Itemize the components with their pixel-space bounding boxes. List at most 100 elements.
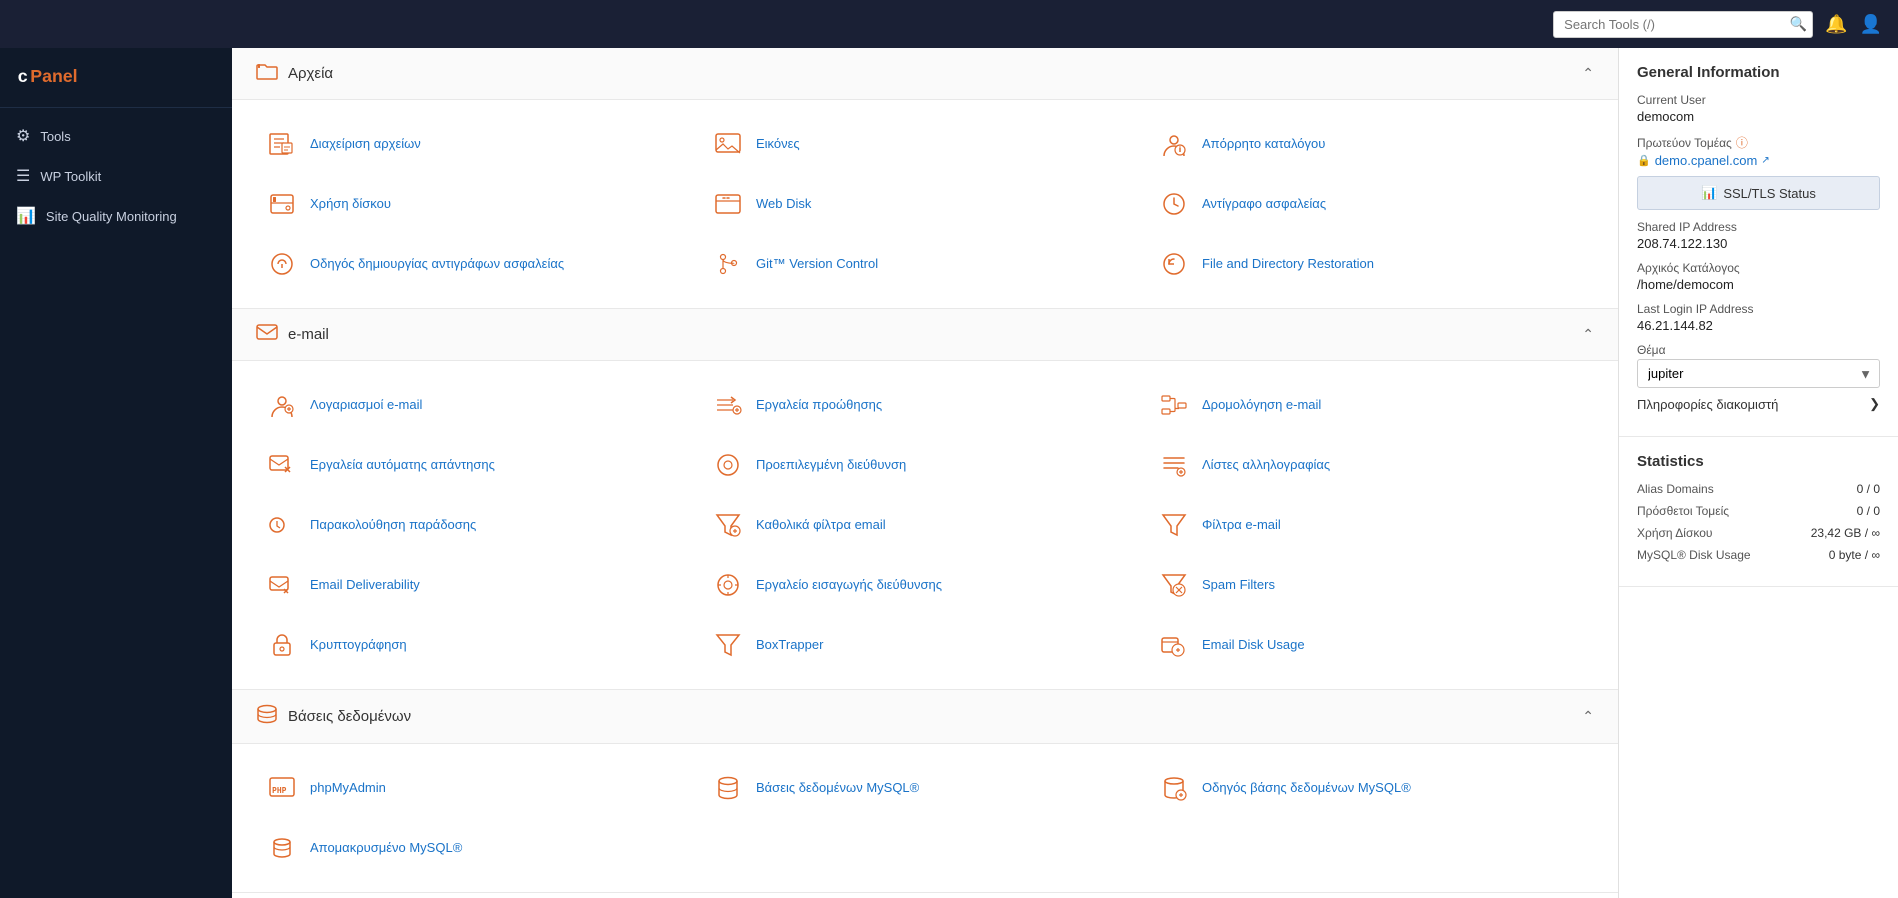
restore-icon xyxy=(1156,246,1192,282)
info-icon: ⓘ xyxy=(1736,134,1748,151)
stat-addon-value: 0 / 0 xyxy=(1857,504,1880,518)
remote-mysql-icon xyxy=(264,830,300,866)
general-info-section: General Information Current User democom… xyxy=(1619,48,1898,437)
disk-usage-item[interactable]: Χρήση δίσκου xyxy=(256,176,702,232)
stat-disk-usage: Χρήση Δίσκου 23,42 GB / ∞ xyxy=(1637,526,1880,540)
section-databases-header-left: Βάσεις δεδομένων xyxy=(256,704,411,729)
deliverability-item[interactable]: Email Deliverability xyxy=(256,557,702,613)
sidebar-item-wp-toolkit[interactable]: ☰ WP Toolkit xyxy=(0,156,232,196)
remote-mysql-label: Απομακρυσμένο MySQL® xyxy=(310,840,462,857)
import-address-item[interactable]: Εργαλείο εισαγωγής διεύθυνσης xyxy=(702,557,1148,613)
section-files-toggle[interactable]: ⌃ xyxy=(1582,65,1594,82)
privacy-icon xyxy=(1156,126,1192,162)
external-link-icon: ↗ xyxy=(1761,155,1769,166)
stat-alias-value: 0 / 0 xyxy=(1857,482,1880,496)
email-routing-item[interactable]: Δρομολόγηση e-mail xyxy=(1148,377,1594,433)
email-filters-label: Φίλτρα e-mail xyxy=(1202,517,1281,534)
phpmyadmin-item[interactable]: PHP phpMyAdmin xyxy=(256,760,702,816)
import-address-label: Εργαλείο εισαγωγής διεύθυνσης xyxy=(756,577,942,594)
backup-label: Αντίγραφο ασφαλείας xyxy=(1202,196,1326,213)
autoresponder-icon xyxy=(264,447,300,483)
encryption-item[interactable]: Κρυπτογράφηση xyxy=(256,617,702,673)
email-disk-usage-item[interactable]: Email Disk Usage xyxy=(1148,617,1594,673)
sidebar-item-sq-label: Site Quality Monitoring xyxy=(46,209,177,224)
file-dir-restore-item[interactable]: File and Directory Restoration xyxy=(1148,236,1594,292)
routing-icon xyxy=(1156,387,1192,423)
main-content: Αρχεία ⌃ Διαχείριση αρχείων xyxy=(232,48,1618,898)
email-filters-item[interactable]: Φίλτρα e-mail xyxy=(1148,497,1594,553)
search-button[interactable]: 🔍 xyxy=(1790,16,1807,33)
spam-filters-item[interactable]: Spam Filters xyxy=(1148,557,1594,613)
stat-disk-value: 23,42 GB / ∞ xyxy=(1811,526,1880,540)
phpmyadmin-icon: PHP xyxy=(264,770,300,806)
section-databases-toggle[interactable]: ⌃ xyxy=(1582,708,1594,725)
section-databases-body: PHP phpMyAdmin Βάσεις δεδομένων MySQL® xyxy=(232,744,1618,892)
current-user-value: democom xyxy=(1637,109,1880,124)
mysql-wizard-item[interactable]: Οδηγός βάσης δεδομένων MySQL® xyxy=(1148,760,1594,816)
images-item[interactable]: Εικόνες xyxy=(702,116,1148,172)
primary-domain-link[interactable]: demo.cpanel.com ↗ xyxy=(1655,153,1770,168)
section-email-body: Λογαριασμοί e-mail Εργαλεία προώθησης xyxy=(232,361,1618,689)
backup-wizard-item[interactable]: Οδηγός δημιουργίας αντιγράφων ασφαλείας xyxy=(256,236,702,292)
encryption-icon xyxy=(264,627,300,663)
file-manager-icon xyxy=(264,126,300,162)
chart-icon: 📊 xyxy=(1701,185,1717,201)
section-databases: Βάσεις δεδομένων ⌃ PHP phpMyAdmin xyxy=(232,690,1618,893)
section-email-header[interactable]: e-mail ⌃ xyxy=(232,309,1618,361)
stat-alias-domains: Alias Domains 0 / 0 xyxy=(1637,482,1880,496)
chevron-right-icon: ❯ xyxy=(1869,396,1880,412)
section-files-header-left: Αρχεία xyxy=(256,62,333,85)
boxtrapper-item[interactable]: BoxTrapper xyxy=(702,617,1148,673)
autoresponder-item[interactable]: Εργαλεία αυτόματης απάντησης xyxy=(256,437,702,493)
cpanel-logo-svg: c Panel xyxy=(16,62,96,90)
ssl-status-button[interactable]: 📊 SSL/TLS Status xyxy=(1637,176,1880,210)
web-disk-icon xyxy=(710,186,746,222)
mysql-wizard-icon xyxy=(1156,770,1192,806)
web-disk-item[interactable]: Web Disk xyxy=(702,176,1148,232)
wordpress-icon: ☰ xyxy=(16,166,30,186)
sidebar-item-site-quality[interactable]: 📊 Site Quality Monitoring xyxy=(0,196,232,236)
sidebar-item-tools[interactable]: ⚙ Tools xyxy=(0,116,232,156)
logo: c Panel xyxy=(0,48,232,108)
delivery-track-item[interactable]: Παρακολούθηση παράδοσης xyxy=(256,497,702,553)
git-item[interactable]: Git™ Version Control xyxy=(702,236,1148,292)
section-files-header[interactable]: Αρχεία ⌃ xyxy=(232,48,1618,100)
import-icon xyxy=(710,567,746,603)
search-input[interactable] xyxy=(1553,11,1813,38)
file-manager-label: Διαχείριση αρχείων xyxy=(310,136,421,153)
mysql-db-label: Βάσεις δεδομένων MySQL® xyxy=(756,780,919,797)
default-address-item[interactable]: Προεπιλεγμένη διεύθυνση xyxy=(702,437,1148,493)
privacy-dir-item[interactable]: Απόρρητο καταλόγου xyxy=(1148,116,1594,172)
theme-select[interactable]: jupiter paper_lantern xyxy=(1637,359,1880,388)
global-filters-item[interactable]: Καθολικά φίλτρα email xyxy=(702,497,1148,553)
email-grid: Λογαριασμοί e-mail Εργαλεία προώθησης xyxy=(256,377,1594,673)
boxtrapper-label: BoxTrapper xyxy=(756,637,823,654)
primary-domain-label-wrap: Πρωτεύον Τομέας ⓘ xyxy=(1637,134,1880,151)
current-user-label: Current User xyxy=(1637,93,1880,107)
user-button[interactable]: 👤 xyxy=(1860,14,1882,35)
notifications-button[interactable]: 🔔 xyxy=(1825,14,1847,35)
encryption-label: Κρυπτογράφηση xyxy=(310,637,407,654)
git-label: Git™ Version Control xyxy=(756,256,878,273)
section-files: Αρχεία ⌃ Διαχείριση αρχείων xyxy=(232,48,1618,309)
email-accounts-item[interactable]: Λογαριασμοί e-mail xyxy=(256,377,702,433)
files-grid: Διαχείριση αρχείων Εικόνες xyxy=(256,116,1594,292)
forwarders-icon xyxy=(710,387,746,423)
stat-addon-label: Πρόσθετοι Τομείς xyxy=(1637,504,1729,518)
boxtrapper-icon xyxy=(710,627,746,663)
email-filters-icon xyxy=(1156,507,1192,543)
hosting-info-row[interactable]: Πληροφορίες διακομιστή ❯ xyxy=(1637,388,1880,420)
remote-mysql-item[interactable]: Απομακρυσμένο MySQL® xyxy=(256,820,702,876)
forwarders-item[interactable]: Εργαλεία προώθησης xyxy=(702,377,1148,433)
mailing-lists-item[interactable]: Λίστες αλληλογραφίας xyxy=(1148,437,1594,493)
file-manager-item[interactable]: Διαχείριση αρχείων xyxy=(256,116,702,172)
section-files-title: Αρχεία xyxy=(288,65,333,82)
primary-domain-row: 🔒 demo.cpanel.com ↗ xyxy=(1637,153,1880,168)
deliverability-label: Email Deliverability xyxy=(310,577,420,594)
svg-text:c: c xyxy=(18,66,28,86)
svg-text:PHP: PHP xyxy=(272,786,287,795)
mysql-db-item[interactable]: Βάσεις δεδομένων MySQL® xyxy=(702,760,1148,816)
section-databases-header[interactable]: Βάσεις δεδομένων ⌃ xyxy=(232,690,1618,744)
backup-item[interactable]: Αντίγραφο ασφαλείας xyxy=(1148,176,1594,232)
section-email-toggle[interactable]: ⌃ xyxy=(1582,326,1594,343)
